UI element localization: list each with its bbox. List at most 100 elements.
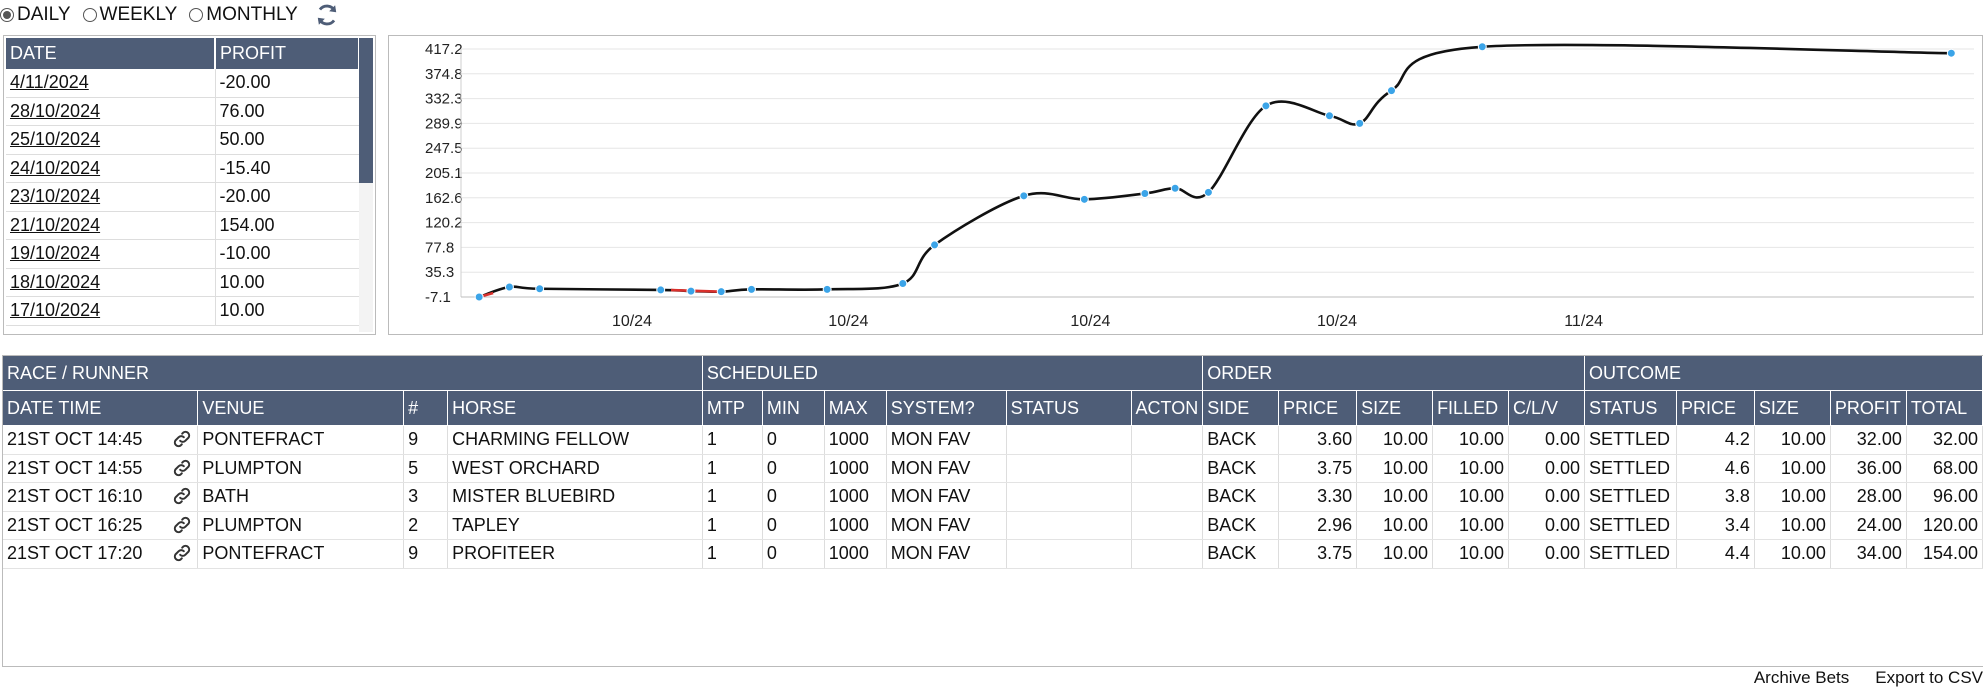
data-point[interactable] <box>746 284 756 294</box>
col-action[interactable]: ACTON <box>1131 390 1204 426</box>
col-price[interactable]: PRICE <box>1278 390 1358 426</box>
bet-row[interactable]: 21ST OCT 14:45 PONTEFRACT 9 CHARMING FELLOW… <box>3 425 1983 455</box>
data-point[interactable] <box>1946 48 1956 58</box>
bet-cell-horse: MISTER BLUEBIRD <box>447 482 703 512</box>
data-point[interactable] <box>1324 111 1334 121</box>
link-icon[interactable] <box>171 485 193 507</box>
bet-row[interactable]: 21ST OCT 17:20 PONTEFRACT 9 PROFITEER 1 0 1000… <box>3 539 1983 569</box>
bet-cell-system: MON FAV <box>886 482 1007 512</box>
x-tick-label: 10/24 <box>612 313 652 330</box>
daily-date-link[interactable]: 19/10/2024 <box>6 239 216 269</box>
radio-daily-label[interactable]: DAILY <box>17 4 71 26</box>
data-point[interactable] <box>535 284 545 294</box>
radio-monthly-indicator[interactable] <box>189 8 204 22</box>
col-mtp[interactable]: MTP <box>702 390 763 426</box>
data-point[interactable] <box>656 285 666 295</box>
daily-date-link[interactable]: 25/10/2024 <box>6 125 216 155</box>
col-system[interactable]: SYSTEM? <box>886 390 1007 426</box>
bet-cell-action <box>1131 511 1204 540</box>
data-point[interactable] <box>504 282 514 292</box>
col-size[interactable]: SIZE <box>1356 390 1434 426</box>
daily-header-date[interactable]: DATE <box>6 38 216 69</box>
data-point[interactable] <box>1019 191 1029 201</box>
radio-weekly-indicator[interactable] <box>82 8 97 22</box>
bet-cell-out-price: 4.2 <box>1676 425 1755 455</box>
export-csv-link[interactable]: Export to CSV <box>1875 668 1983 689</box>
bet-row[interactable]: 21ST OCT 16:10 BATH 3 MISTER BLUEBIRD 1 0 1000… <box>3 482 1983 512</box>
col-min[interactable]: MIN <box>762 390 825 426</box>
daily-row[interactable]: 28/10/2024 76.00 <box>6 97 360 126</box>
data-point[interactable] <box>898 278 908 288</box>
daily-scrollbar-thumb[interactable] <box>359 38 373 183</box>
data-point[interactable] <box>930 240 940 250</box>
data-point[interactable] <box>822 284 832 294</box>
bet-cell-clv: 0.00 <box>1508 425 1585 455</box>
col-side[interactable]: SIDE <box>1202 390 1280 426</box>
daily-profit-value: -10.00 <box>215 239 360 269</box>
col-number[interactable]: # <box>403 390 449 426</box>
col-total[interactable]: TOTAL <box>1906 390 1983 426</box>
radio-monthly[interactable]: MONTHLY <box>189 4 298 26</box>
data-point[interactable] <box>1170 183 1180 193</box>
daily-row[interactable]: 19/10/2024 -10.00 <box>6 239 360 269</box>
col-outcome-price[interactable]: PRICE <box>1676 390 1755 426</box>
radio-monthly-label[interactable]: MONTHLY <box>206 4 297 26</box>
daily-row[interactable]: 21/10/2024 154.00 <box>6 211 360 240</box>
data-point[interactable] <box>1261 101 1271 111</box>
daily-date-link[interactable]: 21/10/2024 <box>6 211 216 240</box>
data-point[interactable] <box>686 286 696 296</box>
daily-date-link[interactable]: 17/10/2024 <box>6 296 216 326</box>
daily-row[interactable]: 23/10/2024 -20.00 <box>6 182 360 212</box>
data-point[interactable] <box>716 287 726 297</box>
data-point[interactable] <box>1355 118 1365 128</box>
bet-cell-action <box>1131 425 1204 455</box>
daily-date-link[interactable]: 4/11/2024 <box>6 69 216 98</box>
col-max[interactable]: MAX <box>824 390 887 426</box>
bet-cell-venue: BATH <box>197 482 405 512</box>
bet-row[interactable]: 21ST OCT 16:25 PLUMPTON 2 TAPLEY 1 0 1000 MON F… <box>3 511 1983 540</box>
daily-row[interactable]: 18/10/2024 10.00 <box>6 268 360 297</box>
radio-daily-indicator[interactable] <box>0 8 14 22</box>
radio-weekly-label[interactable]: WEEKLY <box>100 4 178 26</box>
daily-header-profit[interactable]: PROFIT <box>215 38 360 69</box>
bet-cell-total: 32.00 <box>1906 425 1983 455</box>
daily-row[interactable]: 25/10/2024 50.00 <box>6 125 360 155</box>
bet-cell-out-price: 4.6 <box>1676 454 1755 483</box>
daily-date-link[interactable]: 18/10/2024 <box>6 268 216 297</box>
col-profit[interactable]: PROFIT <box>1830 390 1907 426</box>
col-horse[interactable]: HORSE <box>447 390 703 426</box>
bet-cell-filled: 10.00 <box>1432 425 1510 455</box>
data-point[interactable] <box>1477 42 1487 52</box>
negative-segment <box>670 288 722 293</box>
link-icon[interactable] <box>171 457 193 479</box>
col-status[interactable]: STATUS <box>1006 390 1132 426</box>
daily-date-link[interactable]: 23/10/2024 <box>6 182 216 212</box>
bet-cell-num: 2 <box>403 511 449 540</box>
data-point[interactable] <box>1203 187 1213 197</box>
daily-date-link[interactable]: 28/10/2024 <box>6 97 216 126</box>
daily-row[interactable]: 17/10/2024 10.00 <box>6 296 360 326</box>
radio-daily[interactable]: DAILY <box>0 4 71 26</box>
daily-row[interactable]: 24/10/2024 -15.40 <box>6 154 360 183</box>
data-point[interactable] <box>474 292 484 302</box>
col-outcome-size[interactable]: SIZE <box>1754 390 1831 426</box>
col-clv[interactable]: C/L/V <box>1508 390 1585 426</box>
refresh-icon[interactable] <box>314 2 340 28</box>
data-point[interactable] <box>1386 86 1396 96</box>
data-point[interactable] <box>1079 194 1089 204</box>
archive-bets-link[interactable]: Archive Bets <box>1754 668 1849 689</box>
daily-profit-value: 10.00 <box>215 296 360 326</box>
bet-cell-horse: TAPLEY <box>447 511 703 540</box>
link-icon[interactable] <box>171 542 193 564</box>
col-filled[interactable]: FILLED <box>1432 390 1510 426</box>
link-icon[interactable] <box>171 514 193 536</box>
link-icon[interactable] <box>171 428 193 450</box>
radio-weekly[interactable]: WEEKLY <box>82 4 178 26</box>
data-point[interactable] <box>1140 188 1150 198</box>
daily-date-link[interactable]: 24/10/2024 <box>6 154 216 183</box>
bet-row[interactable]: 21ST OCT 14:55 PLUMPTON 5 WEST ORCHARD 1 0 100… <box>3 454 1983 483</box>
col-outcome-status[interactable]: STATUS <box>1584 390 1677 426</box>
daily-row[interactable]: 4/11/2024 -20.00 <box>6 69 360 98</box>
col-venue[interactable]: VENUE <box>197 390 405 426</box>
col-date-time[interactable]: DATE TIME <box>3 390 199 426</box>
